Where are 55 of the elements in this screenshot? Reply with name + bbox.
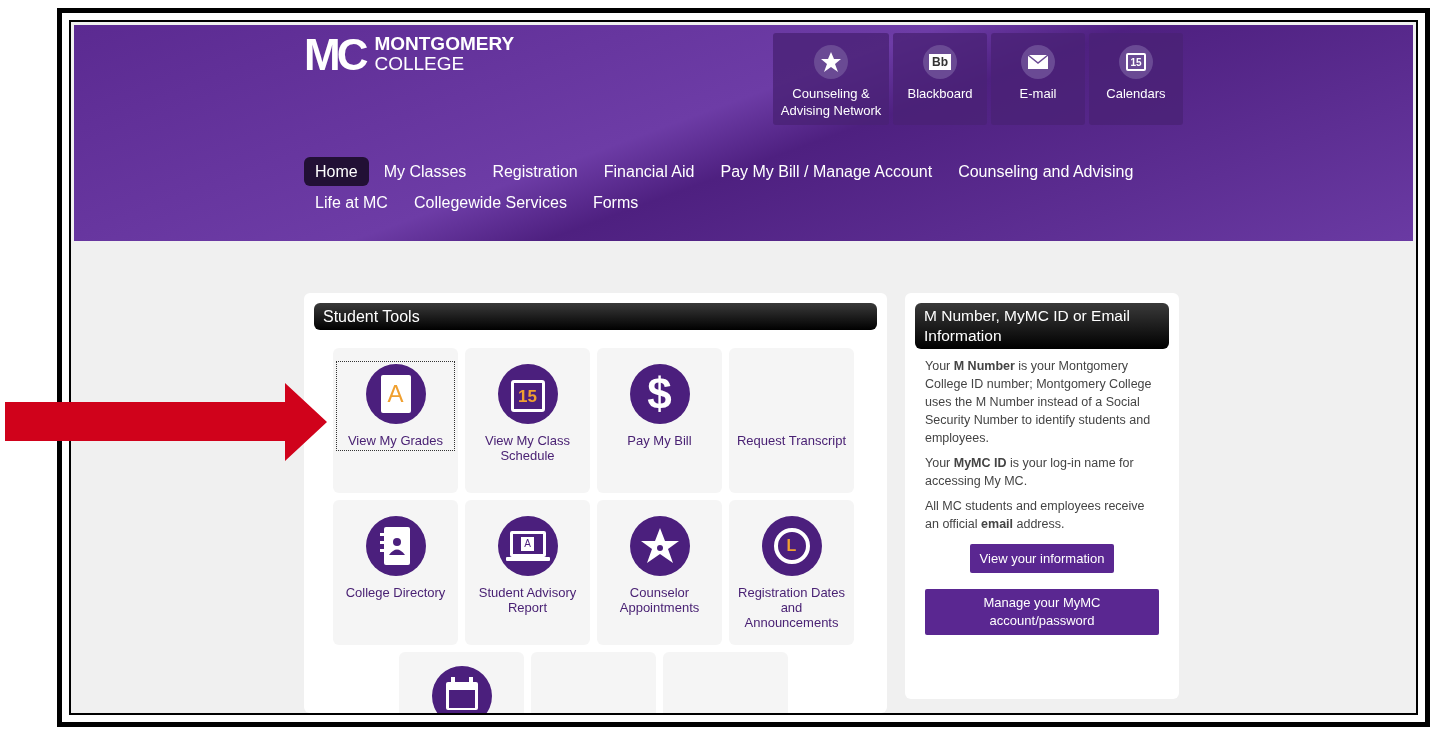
tool-tile[interactable] xyxy=(531,652,656,713)
info-paragraph: Your M Number is your Montgomery College ID number; Montgomery College uses the M Number instead of a Social Security Number to identify students and employees. xyxy=(925,358,1153,447)
manage-account-button[interactable]: Manage your MyMC account/password xyxy=(925,589,1159,635)
tool-tile[interactable]: Counselor Appointments xyxy=(597,500,722,645)
view-info-button[interactable]: View your information xyxy=(969,544,1115,573)
tool-tile[interactable]: Request Transcript xyxy=(729,348,854,493)
quick-link-label: E-mail xyxy=(1019,85,1057,102)
tool-tile[interactable]: A Student Advisory Report xyxy=(465,500,590,645)
quick-link-label: Counseling & Advising Network xyxy=(779,85,883,119)
grade-document-icon: A xyxy=(365,364,426,424)
quick-link[interactable]: Bb Blackboard xyxy=(893,33,987,125)
nav-link[interactable]: Financial Aid xyxy=(592,157,706,186)
tile-label: Registration Dates and Announcements xyxy=(737,585,846,630)
quick-link[interactable]: 15 Calendars xyxy=(1089,33,1183,125)
logo-name: MONTGOMERY xyxy=(374,34,515,54)
nav-link[interactable]: Life at MC xyxy=(304,188,399,217)
card-title: M Number, MyMC ID or Email Information xyxy=(915,303,1169,349)
blackboard-icon: Bb xyxy=(923,45,957,79)
nav-link[interactable]: Collegewide Services xyxy=(402,188,578,217)
card-title: Student Tools xyxy=(314,303,877,330)
dollar-icon: $ xyxy=(629,364,690,424)
tool-tile[interactable]: $ Pay My Bill xyxy=(597,348,722,493)
nav-link[interactable]: Counseling and Advising xyxy=(947,157,1145,186)
alarm-clock-icon: L xyxy=(761,516,822,576)
info-paragraph: Your MyMC ID is your log-in name for accessing My MC. xyxy=(925,455,1135,490)
nav-link[interactable]: My Classes xyxy=(372,157,478,186)
laptop-icon: A xyxy=(497,516,558,576)
quick-link-label: Calendars xyxy=(1106,85,1166,102)
logo-mark[interactable]: MC xyxy=(304,33,365,77)
tile-label: Request Transcript xyxy=(735,433,848,448)
tile-label: Student Advisory Report xyxy=(477,585,578,615)
tool-tile[interactable]: A View My Grades xyxy=(333,348,458,493)
nav-link[interactable]: Forms xyxy=(581,188,650,217)
tile-label: Pay My Bill xyxy=(626,433,693,448)
calendar-icon: 15 xyxy=(497,364,558,424)
nav-link[interactable]: Registration xyxy=(481,157,589,186)
tool-tile[interactable] xyxy=(399,652,524,713)
tile-label: College Directory xyxy=(344,585,447,600)
nav-link[interactable]: Pay My Bill / Manage Account xyxy=(709,157,944,186)
quick-link-label: Blackboard xyxy=(907,85,973,102)
tool-tile[interactable]: L Registration Dates and Announcements xyxy=(729,500,854,645)
tile-label: Counselor Appointments xyxy=(618,585,701,615)
logo-name: COLLEGE xyxy=(374,54,466,74)
tool-tile[interactable]: College Directory xyxy=(333,500,458,645)
quick-link[interactable]: E-mail xyxy=(991,33,1085,125)
nav-link[interactable]: Home xyxy=(304,157,369,186)
tile-label: View My Class Schedule xyxy=(484,433,571,463)
calendar-icon: 15 xyxy=(1119,45,1153,79)
tool-tile[interactable]: 15 View My Class Schedule xyxy=(465,348,590,493)
quick-link[interactable]: Counseling & Advising Network xyxy=(773,33,889,125)
info-paragraph: All MC students and employees receive an official email address. xyxy=(925,498,1146,533)
tool-tile[interactable] xyxy=(663,652,788,713)
tile-label: View My Grades xyxy=(346,433,445,448)
calendar-icon xyxy=(431,666,492,713)
envelope-icon xyxy=(1021,45,1055,79)
